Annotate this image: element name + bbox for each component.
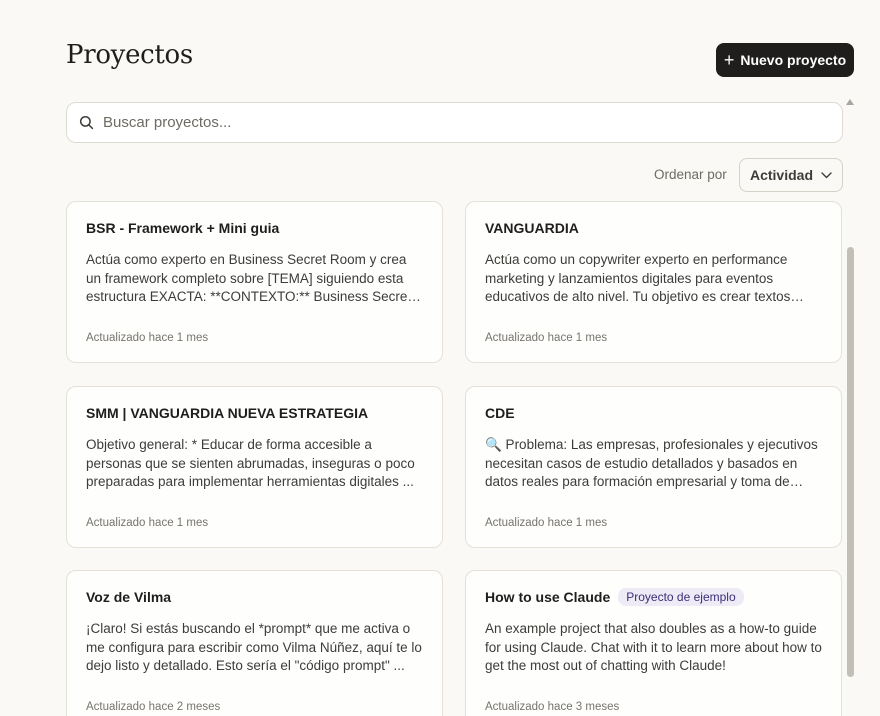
project-updated: Actualizado hace 1 mes — [86, 517, 209, 529]
project-title: SMM | VANGUARDIA NUEVA ESTRATEGIA — [86, 405, 369, 421]
project-updated: Actualizado hace 1 mes — [485, 517, 608, 529]
project-card[interactable]: Voz de Vilma ¡Claro! Si estás buscando e… — [66, 570, 443, 716]
scroll-up-arrow-icon[interactable] — [846, 99, 854, 105]
project-updated: Actualizado hace 2 meses — [86, 701, 221, 713]
project-updated: Actualizado hace 3 meses — [485, 701, 620, 713]
project-updated: Actualizado hace 1 mes — [86, 332, 209, 344]
new-project-button[interactable]: + Nuevo proyecto — [716, 43, 854, 77]
project-description: 🔍 Problema: Las empresas, profesionales … — [485, 437, 818, 489]
page-title: Proyectos — [66, 40, 193, 70]
project-description: Actúa como experto en Business Secret Ro… — [86, 252, 412, 304]
project-card[interactable]: VANGUARDIA Actúa como un copywriter expe… — [465, 201, 842, 363]
sort-selected-value: Actividad — [749, 167, 813, 183]
project-card[interactable]: How to use Claude Proyecto de ejemplo An… — [465, 570, 842, 716]
project-card[interactable]: CDE 🔍 Problema: Las empresas, profesiona… — [465, 386, 842, 548]
project-title: VANGUARDIA — [485, 220, 579, 236]
project-description: Actúa como un copywriter experto en perf… — [485, 252, 791, 304]
project-title: CDE — [485, 405, 515, 421]
chevron-down-icon — [821, 171, 832, 178]
project-updated: Actualizado hace 1 mes — [485, 332, 608, 344]
sort-label: Ordenar por — [654, 167, 727, 182]
project-description: ¡Claro! Si estás buscando el *prompt* qu… — [86, 621, 422, 673]
search-input[interactable] — [103, 114, 842, 131]
project-description: Objetivo general: * Educar de forma acce… — [86, 437, 415, 489]
new-project-label: Nuevo proyecto — [740, 52, 847, 68]
search-bar[interactable] — [66, 102, 843, 143]
project-card[interactable]: SMM | VANGUARDIA NUEVA ESTRATEGIA Objeti… — [66, 386, 443, 548]
plus-icon: + — [723, 49, 735, 70]
search-icon — [79, 115, 94, 130]
example-project-badge: Proyecto de ejemplo — [618, 588, 744, 606]
project-card[interactable]: BSR - Framework + Mini guia Actúa como e… — [66, 201, 443, 363]
sort-dropdown[interactable]: Actividad — [739, 158, 843, 192]
project-title: How to use Claude — [485, 589, 611, 605]
project-description: An example project that also doubles as … — [485, 621, 822, 673]
project-title: BSR - Framework + Mini guia — [86, 220, 280, 236]
scrollbar-thumb[interactable] — [847, 247, 854, 677]
project-title: Voz de Vilma — [86, 589, 172, 605]
